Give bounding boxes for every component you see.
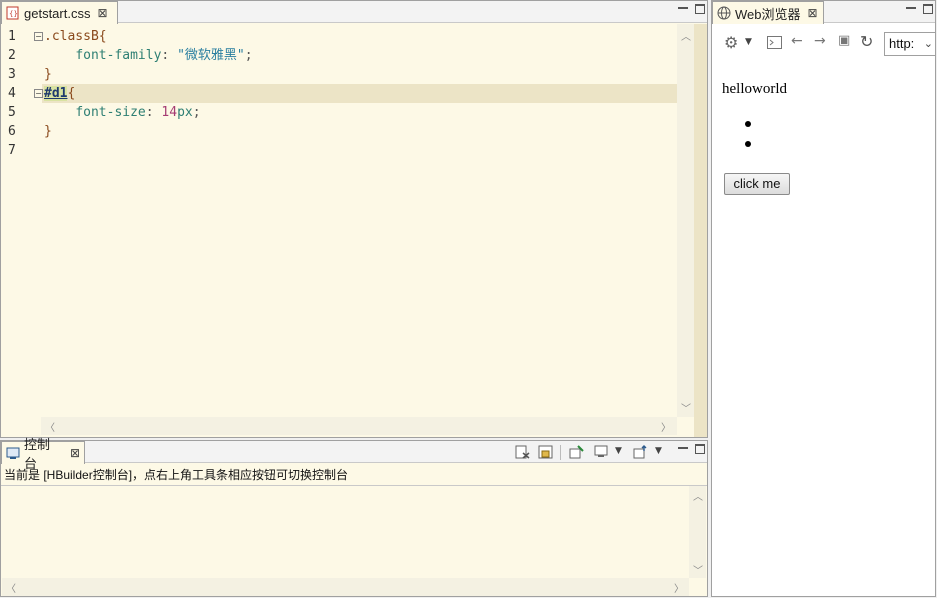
line-number: 7 [8,143,16,158]
editor-horizontal-scrollbar[interactable]: 〈 〉 [41,417,677,435]
editor-panel: {} getstart.css ⊠ 1 − 2 3 4 − 5 6 7 .cla… [0,0,708,438]
dropdown-arrow-icon[interactable]: ▼ [615,446,622,456]
browser-panel: Web浏览器 ⊠ ⚙ ▼ ← → ▣ ↻ http: ⌄ helloworld … [711,0,936,597]
close-icon[interactable]: ⊠ [808,6,818,20]
css-file-icon: {} [6,6,19,20]
console-tabbar: 控制台 ⊠ ▼ ▼ [1,437,707,471]
maximize-icon[interactable] [695,444,705,454]
maximize-icon[interactable] [695,4,705,14]
code-line-6: } [44,124,52,139]
pin-console-icon[interactable] [569,445,584,459]
css-id-selector: #d1 [44,86,68,101]
gear-icon[interactable]: ⚙ [724,33,738,52]
line-number: 3 [8,67,16,82]
toolbar-divider [560,445,561,460]
tab-web-browser[interactable]: Web浏览器 ⊠ [712,1,824,24]
browser-tab-label: Web浏览器 [735,6,801,22]
css-selector: .classB [44,29,99,44]
clear-console-icon[interactable] [515,445,530,459]
colon: : [161,48,178,63]
display-console-icon[interactable] [594,445,609,459]
colon: : [145,105,162,120]
browser-toolbar: ⚙ ▼ ← → ▣ ↻ http: ⌄ [712,24,936,62]
url-text: http: [889,36,915,51]
page-heading: helloworld [722,81,787,97]
forward-arrow-icon[interactable]: → [814,33,826,49]
fold-toggle-icon[interactable]: − [34,32,43,41]
console-message: 当前是 [HBuilder控制台]，点右上角工具条相应按钮可切换控制台 [4,468,349,482]
back-arrow-icon[interactable]: ← [791,33,803,49]
code-editor[interactable]: 1 − 2 3 4 − 5 6 7 .classB{ font-family: … [2,24,678,419]
minimize-icon[interactable] [905,3,917,15]
scroll-up-icon[interactable]: ︿ [693,488,703,503]
editor-overview-ruler [694,24,707,437]
scroll-left-icon[interactable]: 〈 [45,419,55,434]
refresh-icon[interactable]: ↻ [860,32,873,51]
dropdown-arrow-icon[interactable]: ▼ [655,446,662,456]
scroll-down-icon[interactable]: ﹀ [681,400,691,415]
stop-icon[interactable]: ▣ [838,33,850,48]
css-number: 14 [161,105,178,120]
console-panel: 控制台 ⊠ ▼ ▼ 当前是 [HBuilder控制台]，点右上角工具条相应按钮可… [0,437,708,597]
semicolon: ; [244,48,253,63]
code-line-1: .classB{ [44,27,107,46]
globe-icon [717,6,731,20]
code-line-3: } [44,67,52,82]
console-horizontal-scrollbar[interactable]: 〈 〉 [2,578,689,596]
code-line-4: #d1{ [44,84,75,103]
list-item [745,141,751,147]
scroll-left-icon[interactable]: 〈 [6,580,16,595]
editor-tab-label: getstart.css [24,5,91,21]
css-property: font-family [75,48,162,63]
code-line-2: font-family: "微软雅黑"; [44,46,253,65]
url-input[interactable]: http: ⌄ [884,32,936,56]
scroll-right-icon[interactable]: 〉 [674,580,684,595]
list-item [745,121,751,127]
scroll-down-icon[interactable]: ﹀ [693,562,703,577]
brace: { [98,29,107,44]
console-vertical-scrollbar[interactable]: ︿ ﹀ [689,486,706,578]
chevron-down-icon[interactable]: ⌄ [924,33,933,55]
console-icon [6,447,20,459]
minimize-icon[interactable] [677,443,689,455]
line-number: 6 [8,124,16,139]
close-icon[interactable]: ⊠ [97,6,107,20]
editor-vertical-scrollbar[interactable]: ︿ ﹀ [677,24,694,417]
scroll-up-icon[interactable]: ︿ [681,28,691,43]
brace: { [67,86,76,101]
scroll-lock-icon[interactable] [538,445,553,459]
minimize-icon[interactable] [677,3,689,15]
open-console-icon[interactable] [633,445,648,459]
dropdown-arrow-icon[interactable]: ▼ [745,37,752,47]
editor-tabbar: {} getstart.css ⊠ [1,1,707,24]
line-number: 5 [8,105,16,120]
current-line-highlight [42,84,678,103]
close-icon[interactable]: ⊠ [70,446,80,460]
tab-console[interactable]: 控制台 ⊠ [1,437,85,471]
tab-getstart-css[interactable]: {} getstart.css ⊠ [1,1,118,24]
css-property: font-size [75,105,146,120]
css-string: "微软雅黑" [177,48,245,63]
svg-text:{}: {} [9,10,18,18]
code-line-5: font-size: 14px; [44,103,201,122]
css-unit: px [177,105,193,120]
browser-tabbar: Web浏览器 ⊠ [712,1,935,24]
fold-toggle-icon[interactable]: − [34,89,43,98]
divider [1,485,707,486]
line-number: 2 [8,48,16,63]
terminal-icon[interactable] [767,36,782,49]
click-me-button[interactable]: click me [724,173,790,195]
maximize-icon[interactable] [923,4,933,14]
semicolon: ; [192,105,201,120]
scroll-right-icon[interactable]: 〉 [661,419,671,434]
